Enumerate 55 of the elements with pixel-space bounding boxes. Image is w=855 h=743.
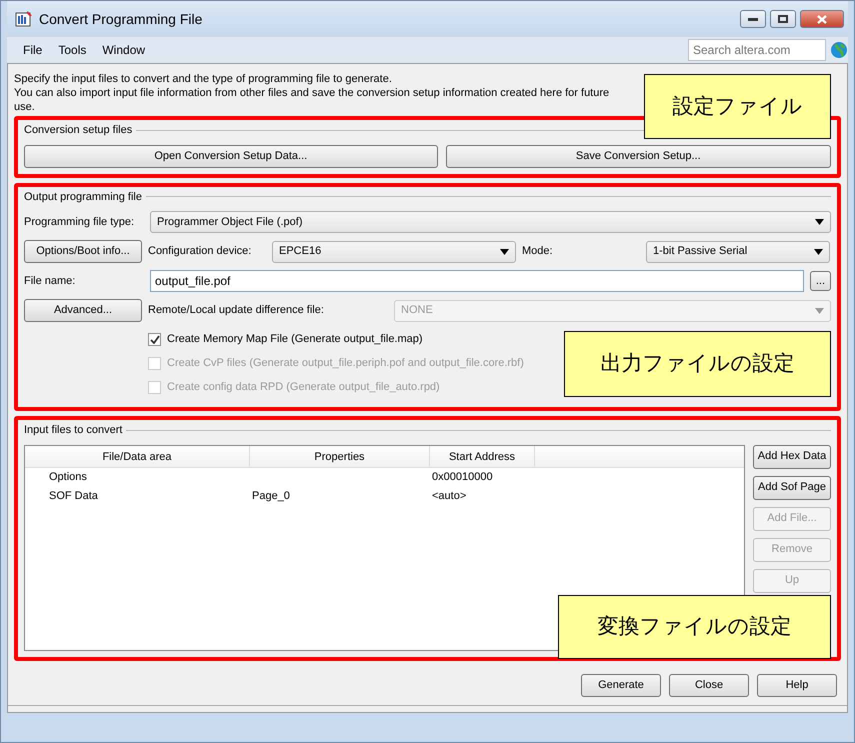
annotation-callout: 出力ファイルの設定 (564, 331, 831, 397)
group-title: Conversion setup files (24, 123, 132, 138)
checkbox-label: Create Memory Map File (Generate output_file.map) (167, 332, 423, 347)
close-button[interactable] (800, 10, 844, 28)
group-title: Input files to convert (24, 423, 122, 438)
dropdown[interactable]: Programmer Object File (.pof) (150, 211, 831, 233)
table-cell-text: SOF Data (48, 488, 99, 504)
maximize-button[interactable] (770, 10, 796, 28)
table-cell-text: <auto> (431, 488, 468, 504)
setup-button[interactable]: Save Conversion Setup... (446, 144, 831, 168)
caret-icon (815, 308, 824, 314)
field-label: Remote/Local update difference file: (148, 303, 325, 318)
side-button[interactable]: Add Sof Page (753, 476, 831, 500)
table-cell-text: Page_0 (251, 488, 291, 504)
dropdown[interactable]: 1-bit Passive Serial (646, 240, 830, 262)
checkbox-label: Create config data RPD (Generate output_file_auto.rpd) (167, 380, 440, 395)
globe-icon[interactable] (830, 41, 848, 59)
close-icon (817, 14, 827, 24)
menu-item[interactable]: Window (94, 41, 154, 59)
setup-button[interactable]: Open Conversion Setup Data... (24, 144, 438, 168)
field-label: File name: (24, 274, 76, 289)
options-button[interactable]: Options/Boot info... (24, 240, 142, 263)
annotation-callout: 設定ファイル (644, 74, 831, 139)
maximize-icon (778, 15, 788, 23)
column-header[interactable]: Properties (250, 446, 430, 466)
footer-button[interactable]: Close (669, 674, 749, 696)
search-field[interactable]: Search altera.com (688, 39, 826, 61)
side-button[interactable]: Add Hex Data (753, 444, 831, 468)
app-icon (15, 10, 33, 27)
field-label: Configuration device: (148, 244, 252, 260)
annotation-callout: 変換ファイルの設定 (558, 595, 831, 659)
group-title: Output programming file (24, 190, 142, 204)
dropdown[interactable]: EPCE16 (272, 240, 516, 262)
table-cell-text: Options (48, 470, 88, 485)
table-cell-text: 0x00010000 (431, 470, 494, 485)
caret-icon (814, 248, 823, 254)
minimize-icon (748, 17, 758, 21)
advanced-button[interactable]: Advanced... (24, 299, 142, 322)
checkbox[interactable] (148, 332, 161, 346)
caret-icon (500, 248, 509, 254)
column-header[interactable]: Start Address (430, 446, 535, 466)
field-label: Mode: (522, 244, 554, 260)
description-text: Specify the input files to convert and the type of programming file to generate. You can also import input file information from other files and save the conversion setup information created here for future use. (14, 72, 610, 114)
menu-item[interactable]: File (15, 41, 50, 59)
column-header[interactable]: File/Data area (25, 446, 250, 466)
menu-item[interactable]: Tools (50, 41, 94, 59)
field-label: Programming file type: (24, 214, 136, 230)
caret-icon (815, 219, 824, 225)
footer-button[interactable]: Help (757, 674, 837, 696)
checkbox-label: Create CvP files (Generate output_file.periph.pof and output_file.core.rbf) (167, 356, 524, 371)
minimize-button[interactable] (740, 10, 766, 28)
window-title: Convert Programming File (39, 10, 202, 29)
footer-button[interactable]: Generate (581, 674, 661, 696)
browse-button[interactable]: ... (810, 271, 831, 291)
file-name-field[interactable]: output_file.pof (150, 270, 804, 292)
